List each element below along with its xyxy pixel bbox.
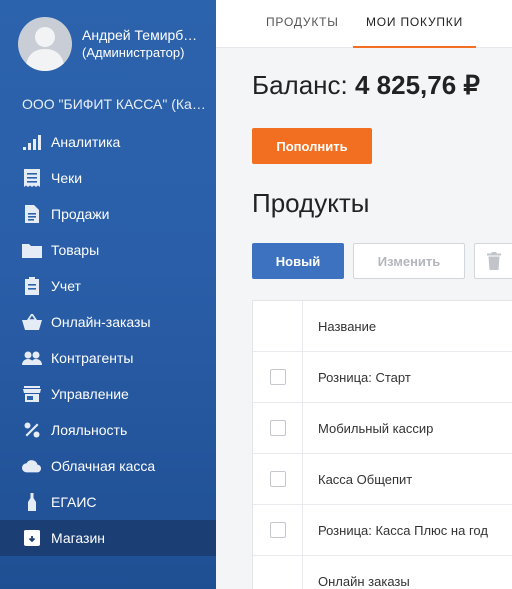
sidebar-item-label: Онлайн-заказы [51, 314, 151, 330]
document-icon [22, 204, 42, 224]
user-name: Андрей Темирбекович [82, 27, 200, 43]
sidebar-item-egais[interactable]: ЕГАИС [0, 484, 216, 520]
sidebar-item-accounting[interactable]: Учет [0, 268, 216, 304]
sidebar: Андрей Темирбекович (Администратор) ООО … [0, 0, 216, 589]
shop-box-icon [22, 528, 42, 548]
receipt-icon [22, 168, 42, 188]
tab-bar: ПРОДУКТЫ МОИ ПОКУПКИ [216, 0, 512, 48]
row-name: Розница: Касса Плюс на год [318, 522, 488, 538]
page-title: Продукты [252, 188, 370, 218]
user-icon [25, 27, 65, 71]
sidebar-item-label: Продажи [51, 206, 110, 222]
tab-products[interactable]: ПРОДУКТЫ [266, 0, 339, 48]
people-icon [22, 348, 42, 368]
row-checkbox[interactable] [269, 369, 286, 385]
cloud-icon [22, 456, 42, 476]
products-table: Название Розница: Старт Мобильный кассир… [252, 300, 512, 589]
table-row[interactable]: Розница: Касса Плюс на год [253, 505, 512, 556]
column-header-name[interactable]: Название [303, 319, 376, 334]
organization-name[interactable]: ООО "БИФИТ КАССА" (Касса) [22, 96, 208, 112]
top-up-button[interactable]: Пополнить [252, 128, 372, 164]
sidebar-nav: Аналитика Чеки Продажи Товары Учет Онлай… [0, 124, 216, 556]
row-name: Мобильный кассир [318, 420, 434, 436]
table-row[interactable]: Розница: Старт [253, 352, 512, 403]
main-content: ПРОДУКТЫ МОИ ПОКУПКИ Баланс: 4 825,76 ₽ … [216, 0, 512, 589]
row-name: Касса Общепит [318, 471, 413, 487]
new-button[interactable]: Новый [252, 243, 344, 279]
tab-my-purchases[interactable]: МОИ ПОКУПКИ [353, 0, 476, 48]
sidebar-item-analytics[interactable]: Аналитика [0, 124, 216, 160]
balance-label: Баланс: [252, 70, 348, 100]
sidebar-item-label: Лояльность [51, 422, 128, 438]
sidebar-item-receipts[interactable]: Чеки [0, 160, 216, 196]
balance-value: 4 825,76 ₽ [354, 70, 480, 100]
sidebar-item-label: Магазин [51, 530, 106, 546]
basket-icon [22, 312, 42, 332]
trash-icon [487, 252, 501, 270]
sidebar-item-label: Контрагенты [51, 350, 134, 366]
table-header: Название [253, 301, 512, 352]
avatar [18, 17, 72, 71]
sidebar-item-label: ЕГАИС [51, 494, 97, 510]
bottle-icon [22, 492, 42, 512]
balance: Баланс: 4 825,76 ₽ [252, 70, 480, 101]
sidebar-item-label: Учет [51, 278, 81, 294]
sidebar-item-loyalty[interactable]: Лояльность [0, 412, 216, 448]
store-icon [22, 384, 42, 404]
delete-button[interactable] [474, 243, 512, 279]
sidebar-item-sales[interactable]: Продажи [0, 196, 216, 232]
user-profile[interactable]: Андрей Темирбекович (Администратор) [18, 16, 214, 72]
row-checkbox[interactable] [269, 522, 286, 538]
sidebar-item-management[interactable]: Управление [0, 376, 216, 412]
edit-button[interactable]: Изменить [353, 243, 465, 279]
row-name: Розница: Старт [318, 369, 411, 385]
sidebar-item-contractors[interactable]: Контрагенты [0, 340, 216, 376]
sidebar-item-online-orders[interactable]: Онлайн-заказы [0, 304, 216, 340]
sidebar-item-label: Аналитика [51, 134, 121, 150]
row-name: Онлайн заказы [318, 573, 410, 589]
analytics-icon [22, 132, 42, 152]
sidebar-item-shop[interactable]: Магазин [0, 520, 216, 556]
percent-icon [22, 420, 42, 440]
table-row[interactable]: Онлайн заказы [253, 556, 512, 589]
user-role: (Администратор) [82, 45, 185, 60]
table-row[interactable]: Мобильный кассир [253, 403, 512, 454]
header-check-cell [253, 301, 303, 351]
sidebar-item-label: Чеки [51, 170, 83, 186]
sidebar-item-cloud-cashbox[interactable]: Облачная касса [0, 448, 216, 484]
sidebar-item-label: Товары [51, 242, 100, 258]
folder-icon [22, 240, 42, 260]
sidebar-item-label: Управление [51, 386, 129, 402]
sidebar-item-goods[interactable]: Товары [0, 232, 216, 268]
sidebar-item-label: Облачная касса [51, 458, 156, 474]
row-checkbox[interactable] [269, 420, 286, 436]
table-row[interactable]: Касса Общепит [253, 454, 512, 505]
clipboard-icon [22, 276, 42, 296]
row-checkbox[interactable] [269, 471, 286, 487]
